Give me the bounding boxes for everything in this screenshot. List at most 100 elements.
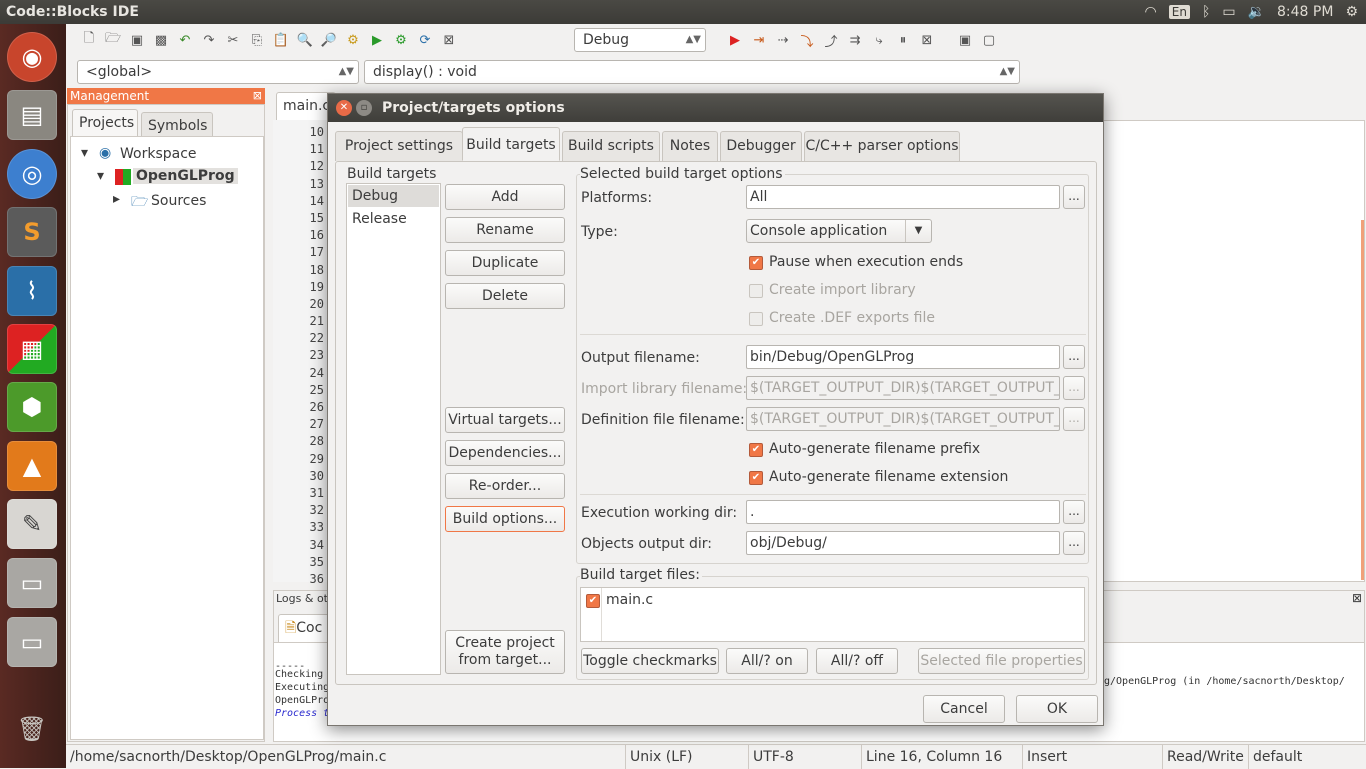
bluetooth-icon[interactable]: ᛒ <box>1202 4 1210 20</box>
def-browse-button[interactable]: ... <box>1063 407 1085 431</box>
tree-item-workspace[interactable]: Workspace <box>120 146 197 162</box>
def-filename-field[interactable]: $(TARGET_OUTPUT_DIR)$(TARGET_OUTPUT_B <box>746 407 1060 431</box>
add-button[interactable]: Add <box>445 184 565 210</box>
editor-scrollbar[interactable] <box>1361 220 1364 580</box>
import-filename-field[interactable]: $(TARGET_OUTPUT_DIR)$(TARGET_OUTPUT_B <box>746 376 1060 400</box>
chrome-icon[interactable]: ◎ <box>7 149 57 199</box>
paste-icon[interactable]: 📋 <box>270 29 292 51</box>
system-monitor-icon[interactable]: ⌇ <box>7 266 57 316</box>
disk-icon-2[interactable]: ▭ <box>7 617 57 667</box>
ubuntu-dash-icon[interactable]: ◉ <box>7 32 57 82</box>
reorder-button[interactable]: Re-order... <box>445 473 565 499</box>
tab-projects[interactable]: Projects <box>72 109 138 137</box>
next-instruction-icon[interactable]: ⇉ <box>844 29 866 51</box>
targets-list[interactable]: Debug Release <box>346 183 441 675</box>
battery-icon[interactable]: ▭ <box>1222 4 1235 20</box>
new-file-icon[interactable]: 🗋 <box>78 29 100 51</box>
codeblocks-icon[interactable]: ▦ <box>7 324 57 374</box>
copy-icon[interactable]: ⎘ <box>246 29 268 51</box>
wifi-icon[interactable]: ◠ <box>1145 4 1157 20</box>
tab-debugger[interactable]: Debugger <box>720 131 802 161</box>
import-library-checkbox[interactable]: ✔ <box>749 284 763 298</box>
platforms-field[interactable]: All <box>746 185 1060 209</box>
tab-notes[interactable]: Notes <box>662 131 718 161</box>
text-editor-icon[interactable]: ✎ <box>7 499 57 549</box>
pause-checkbox[interactable]: ✔ <box>749 256 763 270</box>
pause-icon[interactable]: ⏸ <box>892 29 914 51</box>
output-filename-field[interactable]: bin/Debug/OpenGLProg <box>746 345 1060 369</box>
import-browse-button[interactable]: ... <box>1063 376 1085 400</box>
target-item-debug[interactable]: Debug <box>348 185 439 207</box>
save-all-icon[interactable]: ▩ <box>150 29 172 51</box>
platforms-browse-button[interactable]: ... <box>1063 185 1085 209</box>
close-icon[interactable]: ⊠ <box>253 88 262 104</box>
tree-expander[interactable]: ▾ <box>97 168 104 184</box>
objdir-field[interactable]: obj/Debug/ <box>746 531 1060 555</box>
tab-build-scripts[interactable]: Build scripts <box>562 131 660 161</box>
close-icon[interactable]: ✕ <box>336 100 352 116</box>
type-select[interactable]: Console application ▼ <box>746 219 932 243</box>
virtual-targets-button[interactable]: Virtual targets... <box>445 407 565 433</box>
tab-parser-options[interactable]: C/C++ parser options <box>804 131 960 161</box>
output-browse-button[interactable]: ... <box>1063 345 1085 369</box>
step-instruction-icon[interactable]: ⤷ <box>868 29 890 51</box>
minimize-icon[interactable]: ▫ <box>356 100 372 116</box>
create-project-from-target-button[interactable]: Create project from target... <box>445 630 565 674</box>
vlc-icon[interactable]: ▲ <box>7 441 57 491</box>
rebuild-icon[interactable]: ⟳ <box>414 29 436 51</box>
gear-icon[interactable]: ⚙ <box>1345 4 1358 20</box>
keyboard-layout[interactable]: En <box>1168 5 1190 19</box>
tab-build-targets[interactable]: Build targets <box>462 127 560 161</box>
replace-icon[interactable]: 🔎 <box>318 29 340 51</box>
objdir-browse-button[interactable]: ... <box>1063 531 1085 555</box>
step-into-icon[interactable]: ⤵ <box>796 29 818 51</box>
build-target-select[interactable]: Debug ▲▼ <box>574 28 706 52</box>
all-on-button[interactable]: All/? on <box>726 648 808 674</box>
target-files-list[interactable]: ✔ main.c <box>580 587 1085 642</box>
tree-expander[interactable]: ▾ <box>81 145 88 161</box>
close-icon[interactable]: ⊠ <box>1352 591 1362 605</box>
cancel-button[interactable]: Cancel <box>923 695 1005 723</box>
build-options-button[interactable]: Build options... <box>445 506 565 532</box>
build-icon[interactable]: ⚙ <box>342 29 364 51</box>
toggle-checkmarks-button[interactable]: Toggle checkmarks <box>581 648 719 674</box>
disk-icon[interactable]: ▭ <box>7 558 57 608</box>
abort-icon[interactable]: ⊠ <box>438 29 460 51</box>
undo-icon[interactable]: ↶ <box>174 29 196 51</box>
clock[interactable]: 8:48 PM <box>1277 4 1333 20</box>
run-to-cursor-icon[interactable]: ⇥ <box>748 29 770 51</box>
debug-info-icon[interactable]: ▢ <box>978 29 1000 51</box>
files-icon[interactable]: ▤ <box>7 90 57 140</box>
tree-expander[interactable]: ▸ <box>113 191 120 207</box>
file-checkbox[interactable]: ✔ <box>586 594 600 608</box>
volume-icon[interactable]: 🔉 <box>1248 4 1265 20</box>
run-icon[interactable]: ▶ <box>366 29 388 51</box>
dependencies-button[interactable]: Dependencies... <box>445 440 565 466</box>
workdir-browse-button[interactable]: ... <box>1063 500 1085 524</box>
file-properties-button[interactable]: Selected file properties <box>918 648 1085 674</box>
sublime-icon[interactable]: S <box>7 207 57 257</box>
find-icon[interactable]: 🔍 <box>294 29 316 51</box>
log-tab[interactable]: 🗎Coc <box>278 614 332 642</box>
def-exports-checkbox[interactable]: ✔ <box>749 312 763 326</box>
build-run-icon[interactable]: ⚙ <box>390 29 412 51</box>
step-out-icon[interactable]: ⤴ <box>820 29 842 51</box>
delete-button[interactable]: Delete <box>445 283 565 309</box>
extension-checkbox[interactable]: ✔ <box>749 471 763 485</box>
cut-icon[interactable]: ✂ <box>222 29 244 51</box>
prefix-checkbox[interactable]: ✔ <box>749 443 763 457</box>
debug-start-icon[interactable]: ▶ <box>724 29 746 51</box>
tree-item-sources[interactable]: Sources <box>151 193 206 209</box>
stop-icon[interactable]: ⊠ <box>916 29 938 51</box>
hexagon-app-icon[interactable]: ⬢ <box>7 382 57 432</box>
target-item-release[interactable]: Release <box>348 208 439 230</box>
rename-button[interactable]: Rename <box>445 217 565 243</box>
save-icon[interactable]: ▣ <box>126 29 148 51</box>
trash-icon[interactable]: 🗑 <box>7 704 57 754</box>
tab-symbols[interactable]: Symbols <box>141 112 213 138</box>
workdir-field[interactable]: . <box>746 500 1060 524</box>
tab-project-settings[interactable]: Project settings <box>335 131 463 161</box>
next-line-icon[interactable]: ⇢ <box>772 29 794 51</box>
duplicate-button[interactable]: Duplicate <box>445 250 565 276</box>
open-icon[interactable]: 🗁 <box>102 29 124 51</box>
